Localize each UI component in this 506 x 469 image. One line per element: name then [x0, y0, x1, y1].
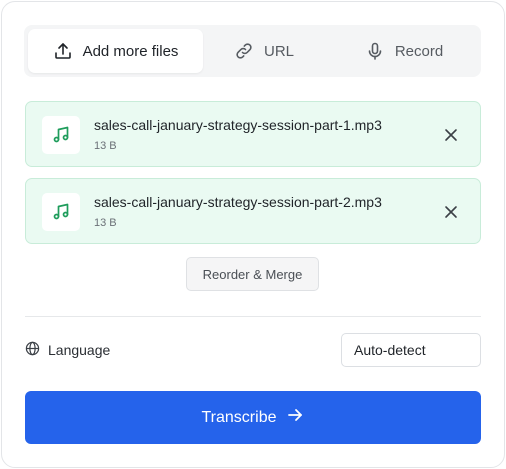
file-name: sales-call-january-strategy-session-part…: [94, 194, 382, 210]
upload-icon: [53, 41, 73, 61]
tab-record[interactable]: Record: [344, 29, 464, 73]
file-size: 13 B: [94, 140, 117, 152]
link-icon: [234, 41, 254, 61]
remove-file-button[interactable]: [442, 126, 460, 144]
file-size: 13 B: [94, 217, 117, 229]
language-label-group: Language: [25, 341, 110, 359]
microphone-icon: [365, 41, 385, 61]
file-name: sales-call-january-strategy-session-part…: [94, 117, 382, 133]
divider: [25, 316, 481, 317]
reorder-merge-button[interactable]: Reorder & Merge: [186, 257, 319, 291]
music-note-icon: [42, 193, 80, 231]
tab-label: Add more files: [82, 42, 179, 60]
transcribe-label: Transcribe: [201, 408, 277, 426]
arrow-right-icon: [286, 406, 304, 429]
tab-add-more-files[interactable]: Add more files: [28, 29, 203, 73]
remove-file-button[interactable]: [442, 203, 460, 221]
source-tabs: Add more files URL Record: [24, 25, 481, 77]
music-note-icon: [42, 116, 80, 154]
language-select[interactable]: Auto-detect: [341, 333, 481, 367]
language-label: Language: [48, 342, 111, 358]
close-icon: [445, 129, 457, 141]
globe-icon: [25, 341, 40, 359]
file-item: sales-call-january-strategy-session-part…: [25, 178, 481, 244]
transcribe-button[interactable]: Transcribe: [25, 391, 481, 444]
tab-url[interactable]: URL: [214, 29, 314, 73]
tab-label: Record: [394, 42, 444, 60]
tab-label: URL: [263, 42, 294, 60]
file-item: sales-call-january-strategy-session-part…: [25, 101, 481, 167]
close-icon: [445, 206, 457, 218]
